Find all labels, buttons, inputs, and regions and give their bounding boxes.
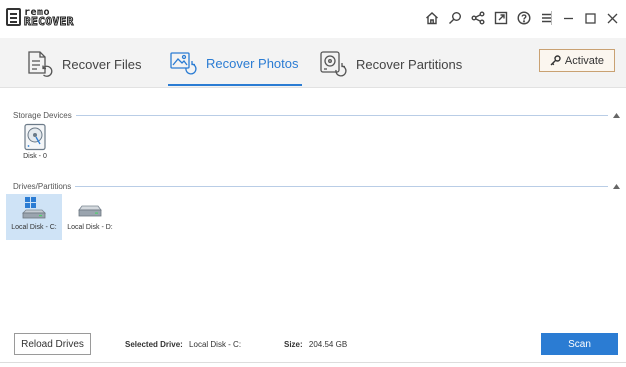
- main-tabs: Recover Files Recover Photos Recover Par…: [0, 38, 626, 88]
- recover-files-icon: [28, 51, 53, 77]
- maximize-icon[interactable]: [582, 9, 598, 27]
- drive-label: Local Disk - C:: [11, 224, 57, 231]
- tab-recover-partitions[interactable]: Recover Partitions: [318, 42, 462, 86]
- selected-drive-label: Selected Drive:: [125, 340, 183, 349]
- device-label: Disk - 0: [23, 153, 47, 160]
- drive-icon: [78, 205, 102, 217]
- size-value: 204.54 GB: [308, 340, 348, 349]
- app-logo: remo RECOVER: [6, 8, 74, 28]
- drives-partitions-title: Drives/Partitions: [13, 182, 72, 191]
- selected-drive-value: Local Disk - C:: [189, 340, 242, 349]
- close-icon[interactable]: [604, 9, 620, 27]
- storage-devices-title: Storage Devices: [13, 111, 72, 120]
- tab-recover-files-label: Recover Files: [62, 56, 142, 72]
- divider: [75, 115, 608, 116]
- help-icon[interactable]: [515, 9, 533, 27]
- external-link-icon[interactable]: [492, 9, 510, 27]
- collapse-arrow-icon[interactable]: [611, 112, 621, 120]
- window-controls: [549, 9, 620, 27]
- tab-recover-files[interactable]: Recover Files: [24, 42, 141, 86]
- device-disk-0[interactable]: Disk - 0: [7, 123, 63, 169]
- recover-partitions-icon: [320, 51, 347, 77]
- hard-disk-icon: [24, 123, 46, 151]
- separator: [551, 11, 552, 25]
- size-label: Size:: [284, 340, 303, 349]
- toolbar-icons: [423, 9, 556, 27]
- title-bar: remo RECOVER: [0, 0, 626, 36]
- size-info: Size: 204.54 GB: [284, 340, 347, 349]
- tab-recover-partitions-label: Recover Partitions: [356, 56, 463, 72]
- bottom-divider: [0, 362, 626, 363]
- scan-button[interactable]: Scan: [541, 333, 618, 355]
- collapse-arrow-icon[interactable]: [611, 183, 621, 191]
- drives-partitions-header: Drives/Partitions: [13, 182, 621, 191]
- divider: [75, 186, 608, 187]
- windows-drive-icon: [22, 197, 46, 219]
- drive-local-disk-d[interactable]: Local Disk - D:: [62, 194, 118, 240]
- footer-bar: Reload Drives Selected Drive: Local Disk…: [0, 327, 626, 367]
- drive-local-disk-c[interactable]: Local Disk - C:: [6, 194, 62, 240]
- key-icon: [550, 55, 561, 66]
- tab-recover-photos[interactable]: Recover Photos: [168, 42, 302, 86]
- drive-label: Local Disk - D:: [67, 224, 113, 231]
- tab-recover-photos-label: Recover Photos: [206, 55, 299, 71]
- search-icon[interactable]: [446, 9, 464, 27]
- home-icon[interactable]: [423, 9, 441, 27]
- share-icon[interactable]: [469, 9, 487, 27]
- selected-drive-info: Selected Drive: Local Disk - C:: [125, 340, 241, 349]
- minimize-icon[interactable]: [560, 9, 576, 27]
- reload-drives-button[interactable]: Reload Drives: [14, 333, 91, 355]
- logo-icon: [6, 8, 21, 26]
- storage-devices-header: Storage Devices: [13, 111, 621, 120]
- activate-label: Activate: [564, 54, 605, 67]
- recover-photos-icon: [170, 52, 197, 75]
- logo-bottom-text: RECOVER: [24, 15, 74, 28]
- activate-button[interactable]: Activate: [539, 49, 615, 72]
